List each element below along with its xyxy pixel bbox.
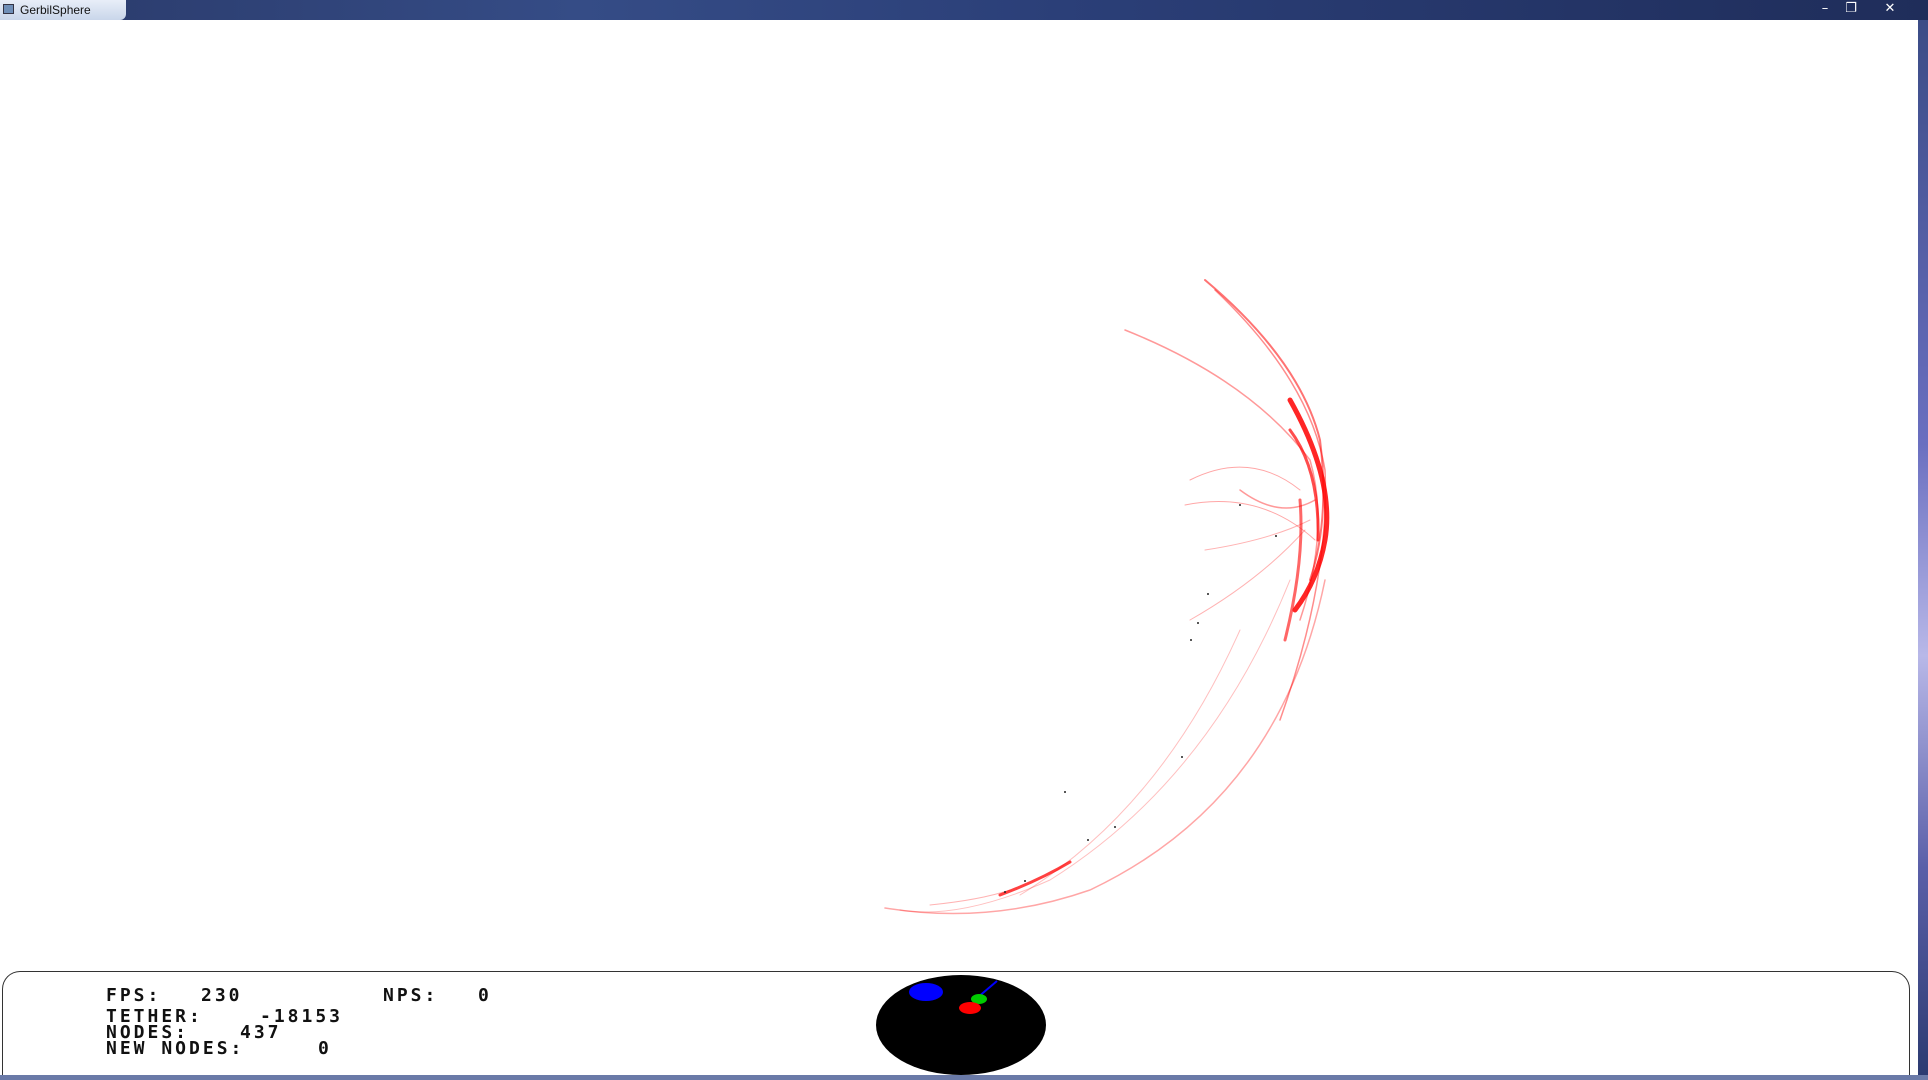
filament-lower-arc (1019, 629, 1241, 896)
node-point (1190, 639, 1192, 641)
filament-lower-arc (884, 579, 1326, 915)
maximize-button[interactable]: ❐ (1838, 0, 1864, 18)
filament-main-arc (1287, 397, 1330, 613)
desktop-background-strip (1918, 20, 1928, 1080)
app-icon (3, 4, 14, 14)
node-point (1114, 826, 1116, 828)
filament-lower-arc (899, 579, 1291, 913)
minimize-button[interactable]: – (1812, 0, 1838, 18)
fps-label: FPS: (106, 985, 162, 1006)
node-point (1024, 880, 1026, 882)
filament-arc (1189, 529, 1306, 621)
nps-label: NPS: (383, 985, 439, 1006)
new-nodes-value: 0 (318, 1038, 332, 1059)
filament-render (884, 279, 1330, 915)
window-title: GerbilSphere (20, 3, 91, 17)
nps-value: 0 (478, 985, 492, 1006)
node-point (1087, 839, 1089, 841)
node-point (1275, 535, 1277, 537)
fps-value: 230 (201, 985, 243, 1006)
taskbar-edge (0, 1075, 1928, 1080)
render-viewport[interactable] (0, 20, 1918, 970)
filament-lower-bright (998, 860, 1072, 897)
filament-arc (1189, 466, 1301, 491)
filament-arc (1124, 329, 1319, 621)
node-point (1181, 756, 1183, 758)
node-point (1197, 622, 1199, 624)
node-point (1239, 504, 1241, 506)
new-nodes-label: NEW NODES: (106, 1038, 245, 1059)
hud-panel: FPS: 230 NPS: 0 TETHER: -18153 NODES: 43… (2, 971, 1910, 1075)
node-point (1004, 891, 1006, 893)
node-point (1064, 791, 1066, 793)
title-bar: GerbilSphere – ❐ ✕ (0, 0, 1928, 20)
filament-lower-arc (929, 889, 1011, 906)
filament-arc (1283, 498, 1303, 642)
title-tab: GerbilSphere (0, 0, 126, 20)
radar-disc (876, 975, 1046, 1075)
node-point (1207, 593, 1209, 595)
orientation-radar (876, 975, 1046, 1075)
radar-blue-marker (909, 983, 943, 1001)
nodes-value: 437 (240, 1022, 282, 1043)
radar-red-marker (959, 1002, 981, 1014)
close-button[interactable]: ✕ (1864, 0, 1916, 18)
